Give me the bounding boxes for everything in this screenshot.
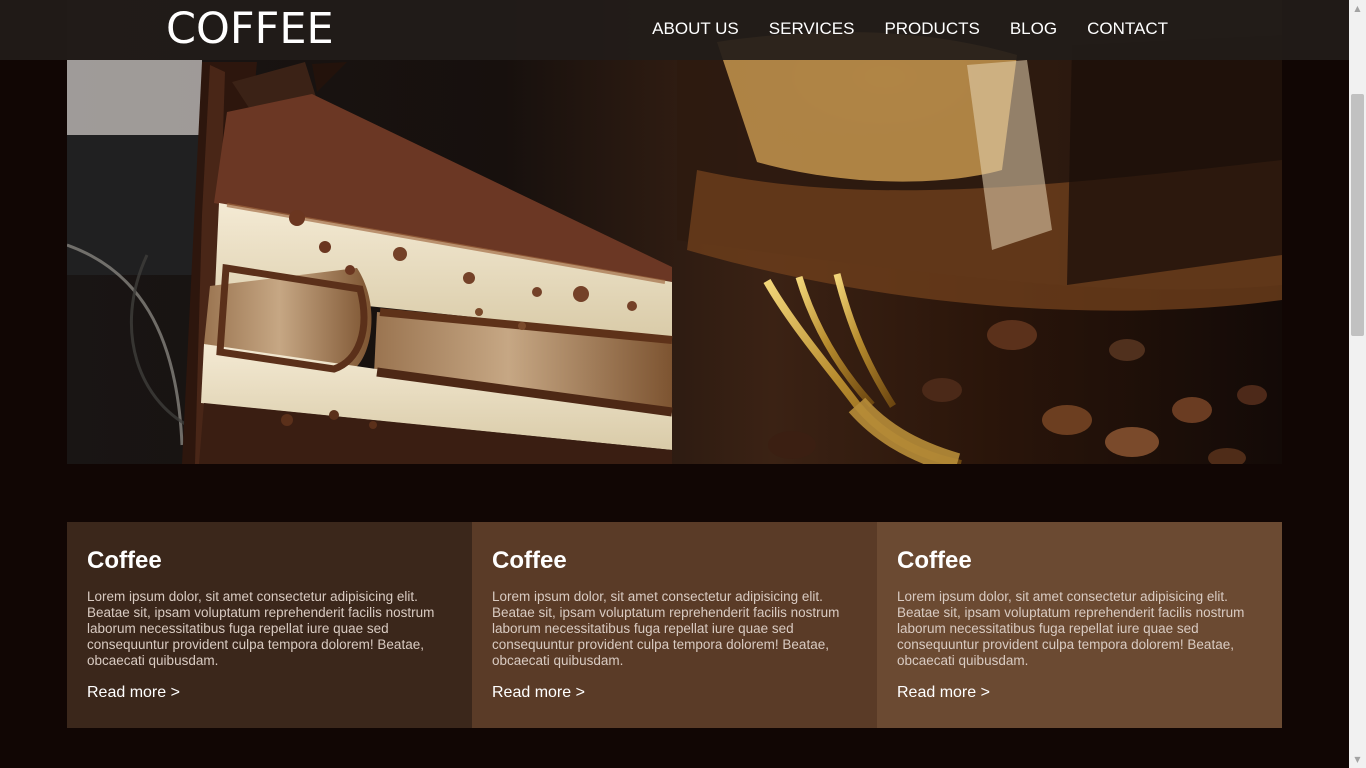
card-description: Lorem ipsum dolor, sit amet consectetur …: [87, 589, 435, 668]
feature-cards-section: Coffee Lorem ipsum dolor, sit amet conse…: [67, 522, 1282, 728]
nav-item-blog: BLOG: [1010, 18, 1057, 40]
coffee-card-2: Coffee Lorem ipsum dolor, sit amet conse…: [472, 522, 877, 728]
card-title: Coffee: [492, 547, 567, 574]
coffee-card-3: Coffee Lorem ipsum dolor, sit amet conse…: [877, 522, 1282, 728]
nav-item-contact: CONTACT: [1087, 18, 1168, 40]
card-description: Lorem ipsum dolor, sit amet consectetur …: [492, 589, 840, 668]
nav-link-products[interactable]: PRODUCTS: [884, 18, 979, 40]
vertical-scrollbar[interactable]: ▲ ▼: [1349, 0, 1366, 768]
scroll-up-icon[interactable]: ▲: [1349, 0, 1366, 17]
nav-item-services: SERVICES: [769, 18, 855, 40]
card-title: Coffee: [87, 547, 162, 574]
nav-link-contact[interactable]: CONTACT: [1087, 18, 1168, 40]
nav-link-about-us[interactable]: ABOUT US: [652, 18, 739, 40]
page: COFFEE ABOUT US SERVICES PRODUCTS BLOG C…: [0, 0, 1349, 768]
hero-image: [67, 0, 1282, 464]
nav-item-about-us: ABOUT US: [652, 18, 739, 40]
top-navigation-bar: COFFEE ABOUT US SERVICES PRODUCTS BLOG C…: [0, 0, 1349, 60]
read-more-link[interactable]: Read more >: [87, 683, 180, 703]
tiramisu-illustration: [67, 0, 1282, 464]
site-logo[interactable]: COFFEE: [166, 5, 334, 53]
scrollbar-thumb[interactable]: [1351, 94, 1364, 336]
card-title: Coffee: [897, 547, 972, 574]
primary-nav-menu: ABOUT US SERVICES PRODUCTS BLOG CONTACT: [652, 18, 1168, 40]
scroll-down-icon[interactable]: ▼: [1349, 751, 1366, 768]
nav-link-services[interactable]: SERVICES: [769, 18, 855, 40]
card-description: Lorem ipsum dolor, sit amet consectetur …: [897, 589, 1245, 668]
nav-item-products: PRODUCTS: [884, 18, 979, 40]
nav-link-blog[interactable]: BLOG: [1010, 18, 1057, 40]
read-more-link[interactable]: Read more >: [897, 683, 990, 703]
read-more-link[interactable]: Read more >: [492, 683, 585, 703]
coffee-card-1: Coffee Lorem ipsum dolor, sit amet conse…: [67, 522, 472, 728]
